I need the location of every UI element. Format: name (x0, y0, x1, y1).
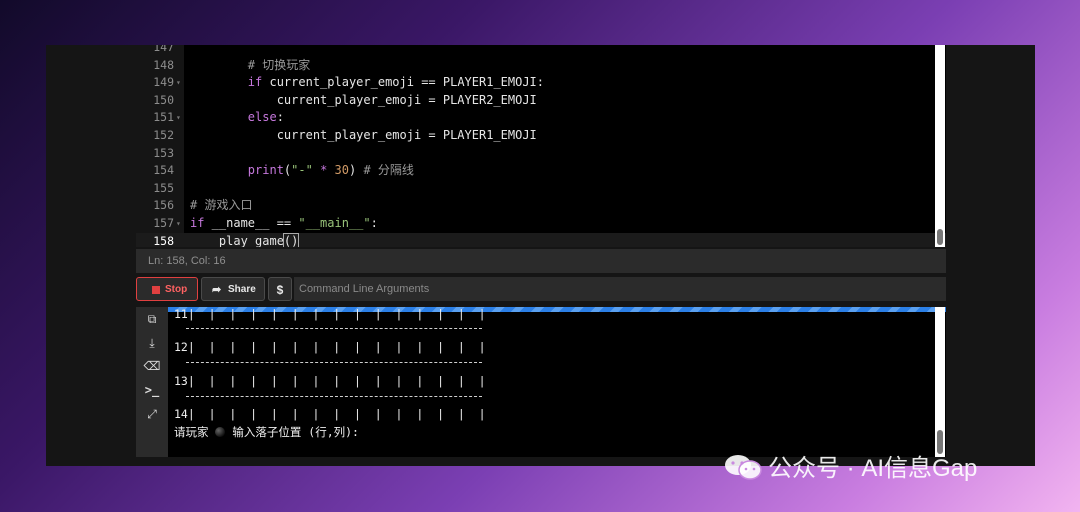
download-icon[interactable]: ⤓ (136, 336, 168, 351)
board-row: 13| | | | | | | | | | | | | | | (174, 374, 486, 388)
black-stone-icon (215, 427, 226, 437)
command-line-arguments-input[interactable] (294, 277, 946, 301)
line-number: 154 (153, 163, 174, 178)
board-separator (186, 328, 482, 329)
line-number: 157 (153, 216, 174, 230)
code-text: # 游戏入口 (190, 198, 253, 213)
line-number: 156 (153, 198, 174, 213)
code-text: else: (247, 110, 284, 125)
code-editor[interactable]: 147 148 # 切换玩家 149 ▾ if current_player_emoj… (136, 45, 946, 247)
line-number: 151 (153, 110, 174, 125)
board-separator (186, 362, 482, 363)
input-prompt: 请玩家 输入落子位置 (行,列): (174, 424, 359, 440)
fold-chevron-icon[interactable]: ▾ (176, 109, 181, 127)
eraser-icon[interactable]: ⌫ (136, 359, 168, 373)
output-terminal[interactable]: 11| | | | | | | | | | | | | | | 12| | | … (168, 307, 946, 457)
code-line[interactable]: 147 (136, 45, 946, 57)
code-line[interactable]: 158 play_game() (136, 232, 946, 247)
stop-button[interactable]: Stop (136, 277, 198, 301)
code-text: current_player_emoji = PLAYER2_EMOJI (190, 92, 537, 107)
wechat-icon (725, 455, 762, 480)
code-text: if __name__ == "__main__": (190, 216, 378, 230)
code-line[interactable]: 149 ▾ if current_player_emoji == PLAYER1_… (136, 74, 946, 92)
line-number: 153 (153, 145, 174, 160)
line-number: 148 (153, 57, 174, 72)
editor-scrollbar[interactable] (935, 45, 945, 247)
line-number: 149 (153, 75, 174, 90)
code-text: play_game() (190, 232, 300, 247)
code-line[interactable]: 155 (136, 180, 946, 198)
line-number: 152 (153, 128, 174, 142)
board-row: 11| | | | | | | | | | | | | | | (174, 307, 486, 321)
share-button-label: Share (228, 284, 256, 295)
line-number: 150 (153, 92, 174, 107)
terminal-sidebar: ⧉ ⤓ ⌫ >_ ⤢ (136, 307, 168, 457)
terminal-scrollbar[interactable] (935, 307, 945, 457)
board-row: 14| | | | | | | | | | | | | | | (174, 407, 486, 421)
code-line[interactable]: 154 print("-" * 30) # 分隔线 (136, 162, 946, 180)
editor-status-bar: Ln: 158, Col: 16 (136, 249, 946, 273)
code-line[interactable]: 152 current_player_emoji = PLAYER1_EMOJI (136, 127, 946, 145)
fold-chevron-icon[interactable]: ▾ (176, 74, 181, 92)
watermark: 公众号 · AI信息Gap (724, 452, 977, 486)
stop-button-label: Stop (165, 284, 188, 295)
app-window: 147 148 # 切换玩家 149 ▾ if current_player_emoj… (46, 45, 1035, 466)
terminal-icon[interactable]: >_ (136, 383, 168, 397)
line-number: 155 (153, 180, 174, 195)
line-number: 147 (153, 45, 174, 54)
code-text: # 切换玩家 (247, 57, 311, 72)
fold-chevron-icon[interactable]: ▾ (176, 215, 181, 233)
expand-icon[interactable]: ⤢ (136, 407, 168, 422)
cursor-position: Ln: 158, Col: 16 (148, 255, 226, 267)
code-line[interactable]: 157 ▾ if __name__ == "__main__": (136, 215, 946, 233)
run-toolbar: Stop ➦ Share $ (136, 277, 946, 303)
editor-scrollbar-thumb[interactable] (937, 229, 943, 245)
board-separator (186, 396, 482, 397)
terminal-scrollbar-thumb[interactable] (937, 430, 943, 454)
code-text: current_player_emoji = PLAYER1_EMOJI (190, 128, 537, 142)
line-number: 158 (153, 233, 174, 247)
stop-icon (152, 286, 160, 294)
copy-icon[interactable]: ⧉ (136, 312, 168, 327)
code-line[interactable]: 153 (136, 145, 946, 163)
code-text: if current_player_emoji == PLAYER1_EMOJI… (247, 75, 545, 90)
code-line[interactable]: 156 # 游戏入口 (136, 197, 946, 215)
shell-button[interactable]: $ (268, 277, 292, 301)
code-line[interactable]: 148 # 切换玩家 (136, 57, 946, 75)
code-line[interactable]: 151 ▾ else: (136, 109, 946, 127)
code-line[interactable]: 150 current_player_emoji = PLAYER2_EMOJI (136, 92, 946, 110)
watermark-text: 公众号 · AI信息Gap (768, 455, 978, 482)
share-button[interactable]: ➦ Share (201, 277, 265, 301)
board-row: 12| | | | | | | | | | | | | | | (174, 340, 486, 354)
prompt-prefix: 请玩家 (174, 425, 209, 439)
prompt-suffix: 输入落子位置 (行,列): (225, 425, 359, 439)
share-icon: ➦ (212, 284, 222, 296)
code-text: print("-" * 30) # 分隔线 (247, 163, 414, 178)
